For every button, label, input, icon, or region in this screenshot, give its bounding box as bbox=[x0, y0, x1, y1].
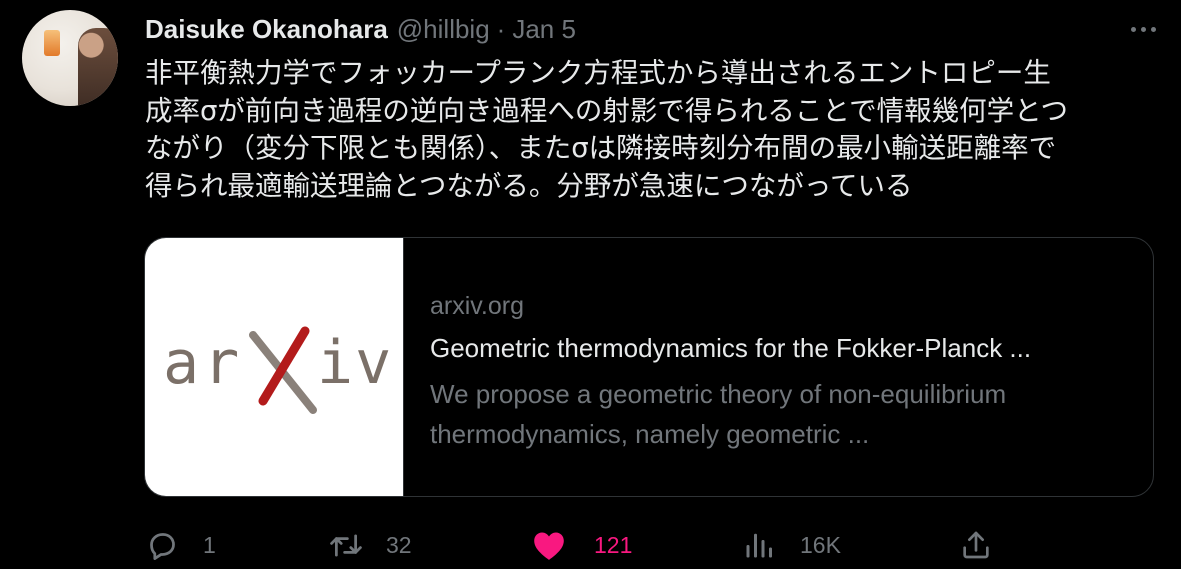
tweet-text-line: 得られ最適輸送理論とつながる。分野が急速につながっている bbox=[145, 169, 913, 202]
like-count: 121 bbox=[594, 531, 633, 558]
tweet: Daisuke Okanohara @hillbig · Jan 5 非平衡熱力… bbox=[0, 0, 1181, 569]
card-description-line: We propose a geometric theory of non-equ… bbox=[430, 379, 1007, 409]
arxiv-logo: ar iv bbox=[163, 326, 393, 414]
card-thumbnail: ar iv bbox=[145, 238, 404, 496]
tweet-text-line: 成率σが前向き過程の逆向き過程への射影で得られることで情報幾何学とつ bbox=[145, 94, 1069, 127]
share-button[interactable] bbox=[960, 525, 992, 565]
card-domain: arxiv.org bbox=[430, 292, 525, 320]
tweet-date[interactable]: Jan 5 bbox=[512, 14, 576, 45]
card-body: arxiv.org Geometric thermodynamics for t… bbox=[404, 238, 1130, 496]
arxiv-logo-text-left: ar bbox=[163, 328, 243, 398]
views-count: 16K bbox=[800, 531, 841, 558]
card-description-line: thermodynamics, namely geometric ... bbox=[430, 419, 870, 449]
card-description: We propose a geometric theory of non-equ… bbox=[430, 374, 1130, 454]
reply-icon bbox=[150, 532, 175, 560]
tweet-actions: 1 32 121 16K bbox=[144, 525, 1044, 565]
tweet-header: Daisuke Okanohara @hillbig · Jan 5 bbox=[145, 13, 576, 45]
link-preview-card[interactable]: ar iv arxiv.org Geometric thermodynamics… bbox=[144, 237, 1154, 497]
arxiv-logo-text-right: iv bbox=[317, 328, 393, 398]
retweet-count: 32 bbox=[386, 531, 412, 558]
author-name[interactable]: Daisuke Okanohara bbox=[145, 14, 388, 45]
more-options-icon[interactable] bbox=[1131, 16, 1156, 42]
tweet-text: 非平衡熱力学でフォッカープランク方程式から導出されるエントロピー生 成率σが前向… bbox=[145, 55, 1145, 205]
like-button[interactable]: 121 bbox=[532, 525, 632, 565]
more-dot bbox=[1151, 26, 1156, 32]
author-handle[interactable]: @hillbig bbox=[397, 14, 490, 45]
reply-count: 1 bbox=[203, 531, 216, 558]
avatar-person bbox=[78, 28, 118, 106]
avatar-lamp bbox=[44, 30, 60, 56]
card-title: Geometric thermodynamics for the Fokker-… bbox=[430, 333, 1032, 363]
more-dot bbox=[1131, 26, 1136, 32]
heart-icon bbox=[534, 532, 564, 560]
retweet-button[interactable]: 32 bbox=[328, 525, 412, 565]
retweet-icon bbox=[330, 534, 362, 556]
share-icon bbox=[963, 531, 989, 559]
more-dot bbox=[1141, 26, 1146, 32]
tweet-text-line: 非平衡熱力学でフォッカープランク方程式から導出されるエントロピー生 bbox=[145, 57, 1051, 89]
views-button[interactable]: 16K bbox=[744, 525, 841, 565]
views-icon bbox=[746, 533, 772, 558]
avatar[interactable] bbox=[22, 10, 118, 106]
tweet-text-line: ながり（変分下限とも関係）、またσは隣接時刻分布間の最小輸送距離率で bbox=[145, 132, 1057, 164]
header-separator: · bbox=[496, 13, 506, 44]
reply-button[interactable]: 1 bbox=[146, 525, 216, 565]
